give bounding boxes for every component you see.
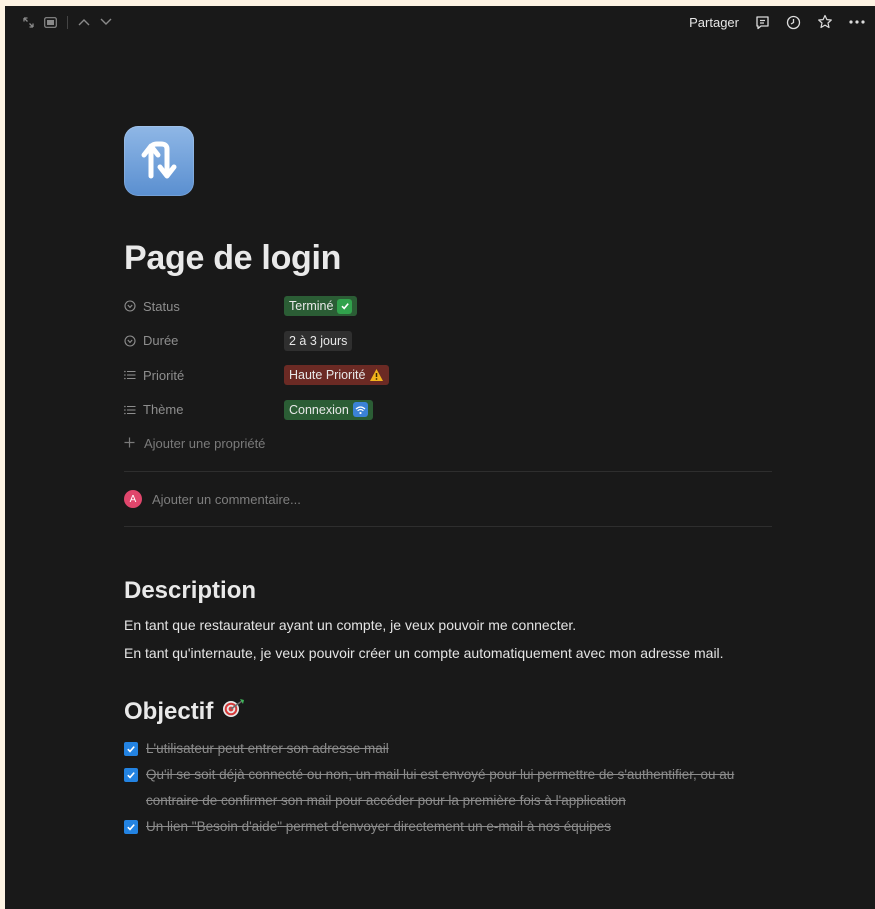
objectif-heading: Objectif xyxy=(124,697,772,726)
checkbox[interactable] xyxy=(124,742,138,756)
plus-icon xyxy=(124,436,135,451)
property-label: Priorité xyxy=(143,367,185,383)
property-label: Thème xyxy=(143,402,184,418)
chevron-down-icon[interactable] xyxy=(100,18,112,26)
top-bar-right: Partager xyxy=(689,14,875,30)
tag-label: 2 à 3 jours xyxy=(289,333,348,348)
property-label: Status xyxy=(143,298,180,314)
list-icon xyxy=(124,369,136,381)
property-status[interactable]: Status Terminé xyxy=(124,289,772,324)
todo-item: Un lien "Besoin d'aide" permet d'envoyer… xyxy=(124,814,772,840)
checkbox[interactable] xyxy=(124,768,138,782)
avatar: A xyxy=(124,490,142,508)
share-button[interactable]: Partager xyxy=(689,15,739,30)
add-property-button[interactable]: Ajouter une propriété xyxy=(124,427,772,459)
priority-tag[interactable]: Haute Priorité xyxy=(284,365,390,386)
property-name: Priorité xyxy=(124,368,284,383)
expand-icon[interactable] xyxy=(23,16,34,28)
status-tag[interactable]: Terminé xyxy=(284,296,358,317)
more-icon[interactable] xyxy=(849,20,865,24)
top-bar: Partager xyxy=(5,6,875,38)
warning-icon xyxy=(369,368,384,383)
objectif-heading-text: Objectif xyxy=(124,697,214,725)
tag-label: Connexion xyxy=(289,402,349,417)
description-heading: Description xyxy=(124,577,257,604)
comment-input[interactable]: A Ajouter un commentaire... xyxy=(124,472,772,526)
toolbar-divider xyxy=(67,15,68,29)
comment-placeholder: Ajouter un commentaire... xyxy=(152,491,301,507)
tag-label: Haute Priorité xyxy=(289,368,366,383)
todo-text[interactable]: L'utilisateur peut entrer son adresse ma… xyxy=(146,736,389,762)
todo-list: L'utilisateur peut entrer son adresse ma… xyxy=(124,736,772,840)
page-content: Page de login Status Terminé Durée 2 à 3… xyxy=(124,126,772,840)
properties-list: Status Terminé Durée 2 à 3 jours Priorit… xyxy=(124,289,772,459)
list-icon xyxy=(124,404,136,416)
todo-text[interactable]: Un lien "Besoin d'aide" permet d'envoyer… xyxy=(146,814,611,840)
chevron-up-icon[interactable] xyxy=(78,18,90,26)
divider xyxy=(124,526,772,527)
check-mark-icon xyxy=(337,298,353,314)
description-body: En tant que restaurateur ayant un compte… xyxy=(124,611,772,667)
property-name: Durée xyxy=(124,333,284,348)
status-icon xyxy=(124,335,136,347)
checkbox[interactable] xyxy=(124,820,138,834)
property-duree[interactable]: Durée 2 à 3 jours xyxy=(124,324,772,359)
property-name: Thème xyxy=(124,402,284,417)
todo-item: Qu'il se soit déjà connecté ou non, un m… xyxy=(124,762,772,814)
star-icon[interactable] xyxy=(817,14,833,30)
status-icon xyxy=(124,300,136,312)
target-icon xyxy=(221,697,247,726)
wifi-icon xyxy=(352,402,368,418)
theme-tag[interactable]: Connexion xyxy=(284,399,373,420)
property-label: Durée xyxy=(143,333,179,349)
todo-text[interactable]: Qu'il se soit déjà connecté ou non, un m… xyxy=(146,762,772,814)
description-line[interactable]: En tant qu'internaute, je veux pouvoir c… xyxy=(124,639,772,667)
top-bar-left xyxy=(5,15,112,29)
tag-label: Terminé xyxy=(289,299,334,314)
notion-window: Partager Page de login Status Terminé Du… xyxy=(5,6,875,909)
page-title[interactable]: Page de login xyxy=(124,241,772,275)
history-icon[interactable] xyxy=(786,15,801,30)
comment-icon[interactable] xyxy=(755,15,770,30)
property-theme[interactable]: Thème Connexion xyxy=(124,393,772,428)
repeat-arrows-icon[interactable] xyxy=(124,126,194,196)
property-name: Status xyxy=(124,299,284,314)
description-line[interactable]: En tant que restaurateur ayant un compte… xyxy=(124,611,772,639)
todo-item: L'utilisateur peut entrer son adresse ma… xyxy=(124,736,772,762)
duration-tag[interactable]: 2 à 3 jours xyxy=(284,330,353,351)
add-property-label: Ajouter une propriété xyxy=(144,435,266,451)
sidebar-icon[interactable] xyxy=(44,16,57,28)
property-priorite[interactable]: Priorité Haute Priorité xyxy=(124,358,772,393)
